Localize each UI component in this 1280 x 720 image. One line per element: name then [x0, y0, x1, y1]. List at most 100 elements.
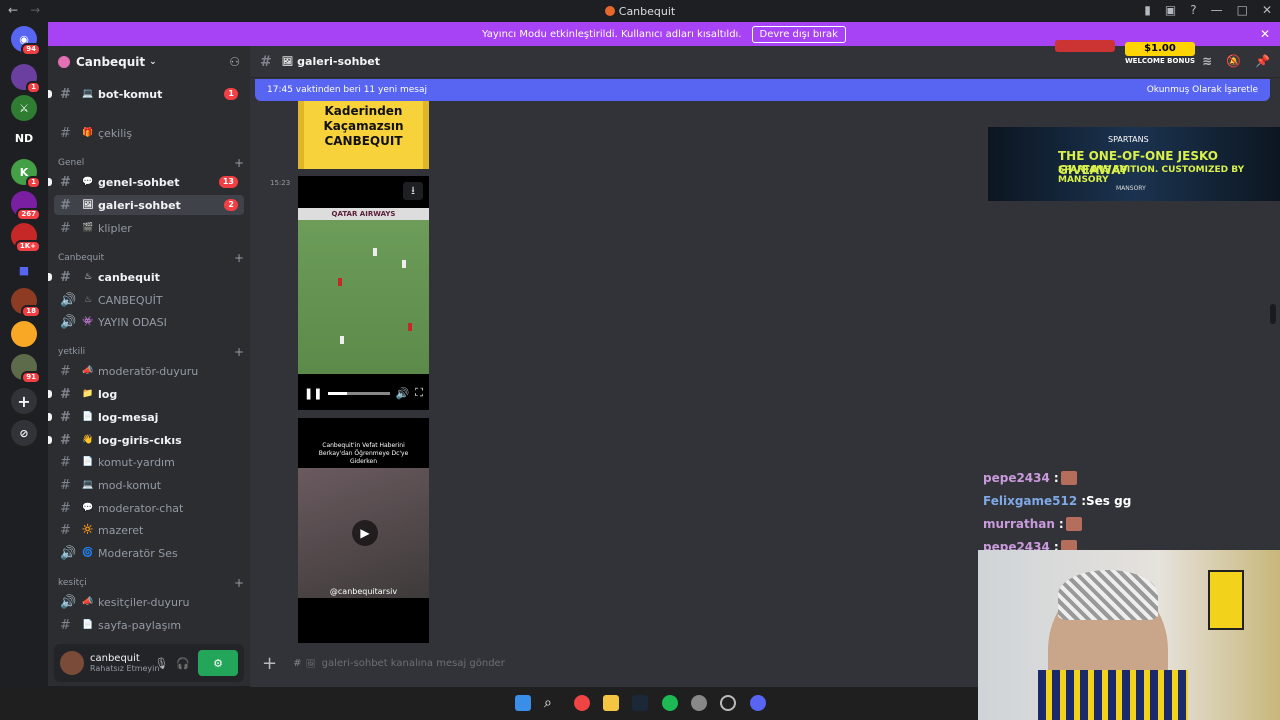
video-player[interactable]: ⭳ QATAR AIRWAYS ❚❚ 🔊 ⛶ [298, 176, 429, 410]
explore-icon[interactable]: ⊘ [11, 420, 37, 446]
channel-item-active[interactable]: # 🖼 galeri-sohbet 2 [54, 195, 244, 215]
guild-badge: 94 [21, 43, 41, 56]
close-window-icon[interactable]: ✕ [1262, 3, 1272, 17]
pause-icon[interactable]: ❚❚ [304, 387, 322, 400]
minimize-icon[interactable]: — [1211, 3, 1223, 17]
volume-icon[interactable]: 🔊 [396, 387, 410, 400]
sign-line: Kaderinden [324, 104, 403, 118]
guild-icon[interactable]: 1K+ [11, 223, 41, 253]
channel-item[interactable]: # 💻 bot-komut 1 [48, 84, 244, 104]
discord-icon[interactable] [750, 695, 766, 711]
maximize-icon[interactable]: □ [1237, 3, 1248, 17]
video-attachment[interactable]: Canbequit'in Vefat Haberini Berkay'dan Ö… [298, 418, 429, 643]
spotify-icon[interactable] [662, 695, 678, 711]
direct-messages-icon[interactable]: ◉ 94 [11, 26, 41, 56]
add-channel-icon[interactable]: + [234, 252, 244, 264]
avatar[interactable] [60, 651, 84, 675]
add-channel-icon[interactable]: + [234, 346, 244, 358]
headphones-icon[interactable]: 🎧 [176, 657, 190, 670]
unread-indicator [48, 436, 52, 444]
search-icon[interactable]: ⌕ [544, 695, 560, 711]
fullscreen-icon[interactable]: ⛶ [415, 386, 423, 400]
category-canbequit[interactable]: Canbequit + [58, 252, 244, 264]
message-input[interactable]: galeri-sohbet kanalına mesaj gönder [322, 658, 505, 669]
new-messages-bar[interactable]: 17:45 vaktinden beri 11 yeni mesaj Okunm… [255, 79, 1270, 101]
app-icon[interactable] [720, 695, 736, 711]
spartans-ad-overlay: SPARTANS THE ONE-OF-ONE JESKO GIVEAWAY S… [988, 127, 1280, 201]
attach-plus-icon[interactable]: + [262, 653, 277, 674]
casino-ad-overlay: $1.00 WELCOME BONUS [1055, 26, 1245, 76]
channel-name: canbequit [98, 270, 160, 284]
channel-item[interactable]: # 📄 sayfa-paylaşım [54, 615, 244, 635]
inbox-icon[interactable]: ▣ [1165, 3, 1176, 17]
channel-item[interactable]: # 💬 genel-sohbet 13 [48, 172, 244, 192]
chevron-down-icon: ⌄ [149, 57, 157, 67]
user-name: canbequit [90, 653, 140, 664]
settings-icon[interactable] [691, 695, 707, 711]
scrollbar[interactable] [1270, 304, 1276, 324]
voice-channel-item[interactable]: 🔊 👾 YAYIN ODASI [54, 312, 244, 332]
settings-gear-icon[interactable]: ⚙ [198, 650, 238, 676]
start-icon[interactable] [515, 695, 531, 711]
channel-item[interactable]: # 💻 mod-komut [54, 475, 244, 495]
guild-icon[interactable] [11, 321, 37, 347]
channel-item[interactable]: # 📄 komut-yardım [54, 452, 244, 472]
voice-channel-item[interactable]: 🔊 🌀 Moderatör Ses [54, 543, 244, 563]
server-header[interactable]: Canbequit ⌄ ⚇ [48, 46, 250, 78]
channel-name: Moderatör Ses [98, 546, 178, 560]
help-icon[interactable]: ? [1190, 3, 1196, 17]
guild-icon[interactable]: 18 [11, 288, 41, 318]
disable-streamer-mode-button[interactable]: Devre dışı bırak [751, 25, 846, 43]
guild-icon[interactable]: ⚔ [11, 95, 37, 121]
category-genel[interactable]: Genel + [58, 157, 244, 169]
channel-item[interactable]: # 🔆 mazeret [54, 520, 244, 540]
voice-channel-item[interactable]: 🔊 ♨ CANBEQUİT [54, 290, 244, 310]
category-yetkili[interactable]: yetkili + [58, 346, 244, 358]
guild-icon[interactable]: 267 [11, 191, 41, 221]
chrome-icon[interactable] [574, 695, 590, 711]
download-icon[interactable]: ⭳ [403, 182, 423, 200]
text-channel-icon: # [60, 477, 71, 493]
category-kesitci[interactable]: kesitçi + [58, 577, 244, 589]
channel-item[interactable]: # ♨ canbequit [48, 267, 244, 287]
invite-icon[interactable]: ⚇ [229, 55, 240, 69]
close-banner-icon[interactable]: ✕ [1260, 27, 1270, 41]
guild-icon[interactable]: ND [11, 125, 37, 151]
add-channel-icon[interactable]: + [234, 577, 244, 589]
message-composer: + # 🖼 galeri-sohbet kanalına mesaj gönde… [262, 648, 982, 678]
channel-item[interactable]: # 🎁 çekiliş [54, 123, 244, 143]
image-attachment[interactable]: Kaderinden Kaçamazsın CANBEQUIT [298, 101, 429, 169]
steam-icon[interactable] [632, 695, 648, 711]
channel-item[interactable]: # 📁 log [48, 384, 244, 404]
guild-icon[interactable]: 1 [11, 64, 41, 94]
mark-read-button[interactable]: Okunmuş Olarak İşaretle [1147, 85, 1258, 95]
add-channel-icon[interactable]: + [234, 157, 244, 169]
channel-name: bot-komut [98, 87, 163, 101]
text-channel-icon: # [60, 86, 71, 102]
bookmark-icon[interactable]: ▮ [1144, 3, 1151, 17]
clip-caption: Canbequit'in Vefat Haberini Berkay'dan Ö… [318, 442, 409, 465]
channel-item[interactable]: # 🎬 klipler [54, 218, 244, 238]
folder-icon[interactable]: ■ [11, 257, 37, 283]
channel-item[interactable]: # 📄 log-mesaj [48, 407, 244, 427]
voice-channel-item[interactable]: 🔊 📣 kesitçiler-duyuru [54, 592, 244, 612]
play-icon[interactable]: ▶ [352, 520, 378, 546]
channel-item[interactable]: # 📣 moderatör-duyuru [54, 361, 244, 381]
pin-icon[interactable]: 📌 [1255, 54, 1270, 68]
chat-user: pepe2434 [983, 470, 1050, 485]
file-explorer-icon[interactable] [603, 695, 619, 711]
guild-icon[interactable]: 91 [11, 354, 41, 384]
chat-separator: : [1058, 516, 1064, 531]
guild-icon[interactable]: K1 [11, 159, 41, 189]
unread-indicator [48, 90, 52, 98]
text-channel-icon: # [60, 500, 71, 516]
add-server-icon[interactable]: + [11, 388, 37, 414]
server-name: Canbequit [76, 55, 146, 69]
channel-item[interactable]: # 👋 log-giris-cıkıs [48, 430, 244, 450]
microphone-icon[interactable]: 🎙 [154, 657, 168, 670]
text-channel-icon: # [60, 617, 71, 633]
chat-message: pepe2434: [983, 466, 1280, 489]
progress-bar[interactable] [328, 391, 390, 395]
text-channel-icon: # [60, 432, 71, 448]
channel-item[interactable]: # 💬 moderator-chat [54, 498, 244, 518]
